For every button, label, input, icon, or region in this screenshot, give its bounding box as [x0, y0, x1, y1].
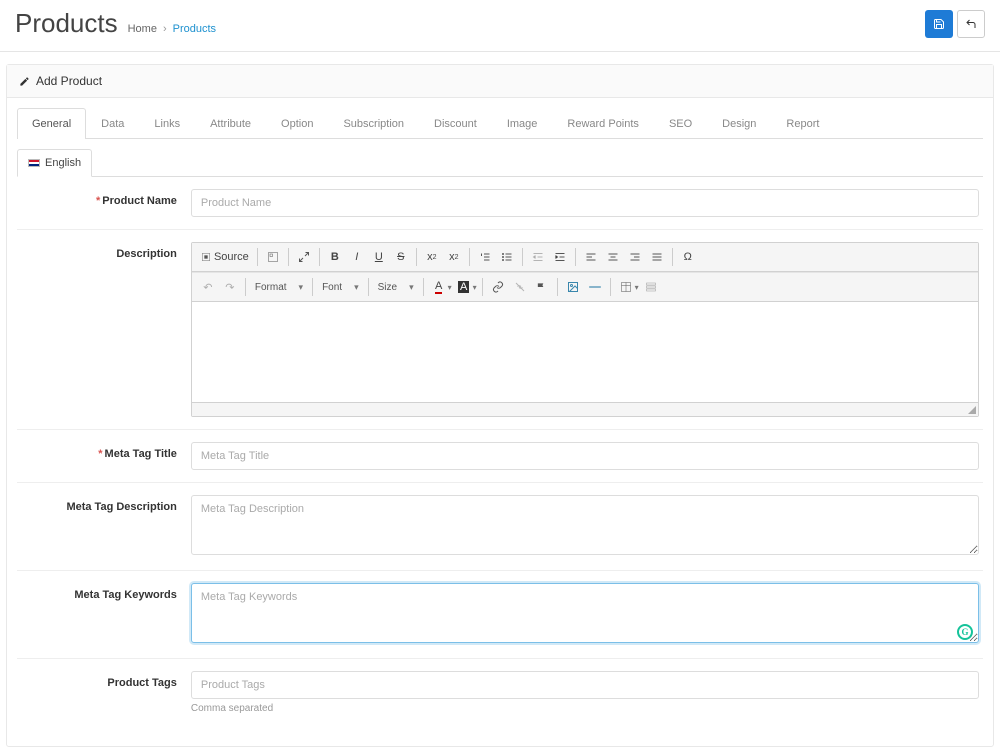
label-meta-keywords: Meta Tag Keywords	[17, 583, 191, 646]
link-icon	[492, 281, 504, 293]
breadcrumb-current[interactable]: Products	[173, 23, 216, 35]
tab-image[interactable]: Image	[492, 108, 553, 139]
tab-data[interactable]: Data	[86, 108, 139, 139]
editor-strike-button[interactable]: S	[391, 247, 411, 267]
product-tags-help: Comma separated	[191, 703, 979, 714]
flag-en-icon	[28, 159, 40, 167]
ol-icon	[479, 251, 491, 263]
editor-align-center-button[interactable]	[603, 247, 623, 267]
label-product-name: *Product Name	[17, 189, 191, 217]
product-name-input[interactable]	[191, 189, 979, 217]
editor-bulleted-list-button[interactable]	[497, 247, 517, 267]
pencil-icon	[19, 76, 30, 87]
tab-seo[interactable]: SEO	[654, 108, 707, 139]
table-icon	[620, 281, 632, 293]
save-button[interactable]	[925, 10, 953, 38]
editor-maximize-button[interactable]	[294, 247, 314, 267]
editor-resize-handle[interactable]	[968, 406, 976, 414]
tab-report[interactable]: Report	[771, 108, 834, 139]
breadcrumb-separator: ›	[163, 23, 167, 35]
tab-subscription[interactable]: Subscription	[328, 108, 419, 139]
align-right-icon	[629, 251, 641, 263]
editor-size-combo[interactable]: Size	[374, 277, 418, 297]
hr-icon	[588, 282, 602, 292]
meta-description-textarea[interactable]	[191, 495, 979, 555]
editor-bold-button[interactable]: B	[325, 247, 345, 267]
panel: Add Product General Data Links Attribute…	[6, 64, 994, 747]
back-button[interactable]	[957, 10, 985, 38]
save-icon	[933, 18, 945, 30]
tab-general[interactable]: General	[17, 108, 86, 139]
editor-align-justify-button[interactable]	[647, 247, 667, 267]
tab-links[interactable]: Links	[139, 108, 195, 139]
editor-align-left-button[interactable]	[581, 247, 601, 267]
align-left-icon	[585, 251, 597, 263]
editor-numbered-list-button[interactable]	[475, 247, 495, 267]
editor-format-combo[interactable]: Format	[251, 277, 307, 297]
tab-reward[interactable]: Reward Points	[552, 108, 654, 139]
tab-discount[interactable]: Discount	[419, 108, 492, 139]
editor-text-color-button[interactable]: A	[429, 277, 449, 297]
editor-align-right-button[interactable]	[625, 247, 645, 267]
lang-tab-english[interactable]: English	[17, 149, 92, 177]
editor-undo-button[interactable]: ↶	[198, 277, 218, 297]
editor-outdent-button[interactable]	[528, 247, 548, 267]
unlink-icon	[514, 281, 526, 293]
editor-unlink-button[interactable]	[510, 277, 530, 297]
editor-source-button[interactable]: Source	[198, 247, 252, 267]
maximize-icon	[298, 251, 310, 263]
label-meta-description: Meta Tag Description	[17, 495, 191, 558]
align-justify-icon	[651, 251, 663, 263]
editor-hr-button[interactable]	[585, 277, 605, 297]
tab-attribute[interactable]: Attribute	[195, 108, 266, 139]
editor-table-button[interactable]	[616, 277, 636, 297]
editor-superscript-button[interactable]: x2	[444, 247, 464, 267]
meta-title-input[interactable]	[191, 442, 979, 470]
lang-label: English	[45, 157, 81, 169]
tab-design[interactable]: Design	[707, 108, 771, 139]
product-tags-input[interactable]	[191, 671, 979, 699]
editor-indent-button[interactable]	[550, 247, 570, 267]
templates-icon	[267, 251, 279, 263]
editor-font-combo[interactable]: Font	[318, 277, 363, 297]
editor-templates-button[interactable]	[263, 247, 283, 267]
editor-italic-button[interactable]: I	[347, 247, 367, 267]
label-meta-title: *Meta Tag Title	[17, 442, 191, 470]
language-tabs: English	[17, 149, 983, 177]
editor-bg-color-button[interactable]: A	[454, 277, 474, 297]
editor-image-button[interactable]	[563, 277, 583, 297]
image-icon	[567, 281, 579, 293]
editor-anchor-button[interactable]	[532, 277, 552, 297]
label-product-tags: Product Tags	[17, 671, 191, 714]
rich-text-editor: Source B I U S x2 x2	[191, 242, 979, 417]
breadcrumb: Home › Products	[128, 23, 216, 35]
indent-icon	[554, 251, 566, 263]
editor-subscript-button[interactable]: x2	[422, 247, 442, 267]
grammarly-icon[interactable]	[957, 624, 973, 640]
back-arrow-icon	[965, 18, 977, 30]
main-tabs: General Data Links Attribute Option Subs…	[17, 108, 983, 139]
flag-icon	[536, 282, 547, 293]
editor-special-char-button[interactable]: Ω	[678, 247, 698, 267]
editor-statusbar	[192, 402, 978, 416]
tab-option[interactable]: Option	[266, 108, 328, 139]
editor-show-blocks-button[interactable]	[641, 277, 661, 297]
label-description: Description	[17, 242, 191, 417]
description-editor-content[interactable]	[192, 302, 978, 402]
editor-underline-button[interactable]: U	[369, 247, 389, 267]
editor-link-button[interactable]	[488, 277, 508, 297]
panel-heading: Add Product	[7, 65, 993, 98]
editor-redo-button[interactable]: ↷	[220, 277, 240, 297]
blocks-icon	[645, 281, 657, 293]
ul-icon	[501, 251, 513, 263]
breadcrumb-home[interactable]: Home	[128, 23, 157, 35]
meta-keywords-textarea[interactable]	[191, 583, 979, 643]
page-title: Products	[15, 8, 118, 39]
panel-heading-text: Add Product	[36, 74, 102, 88]
align-center-icon	[607, 251, 619, 263]
outdent-icon	[532, 251, 544, 263]
